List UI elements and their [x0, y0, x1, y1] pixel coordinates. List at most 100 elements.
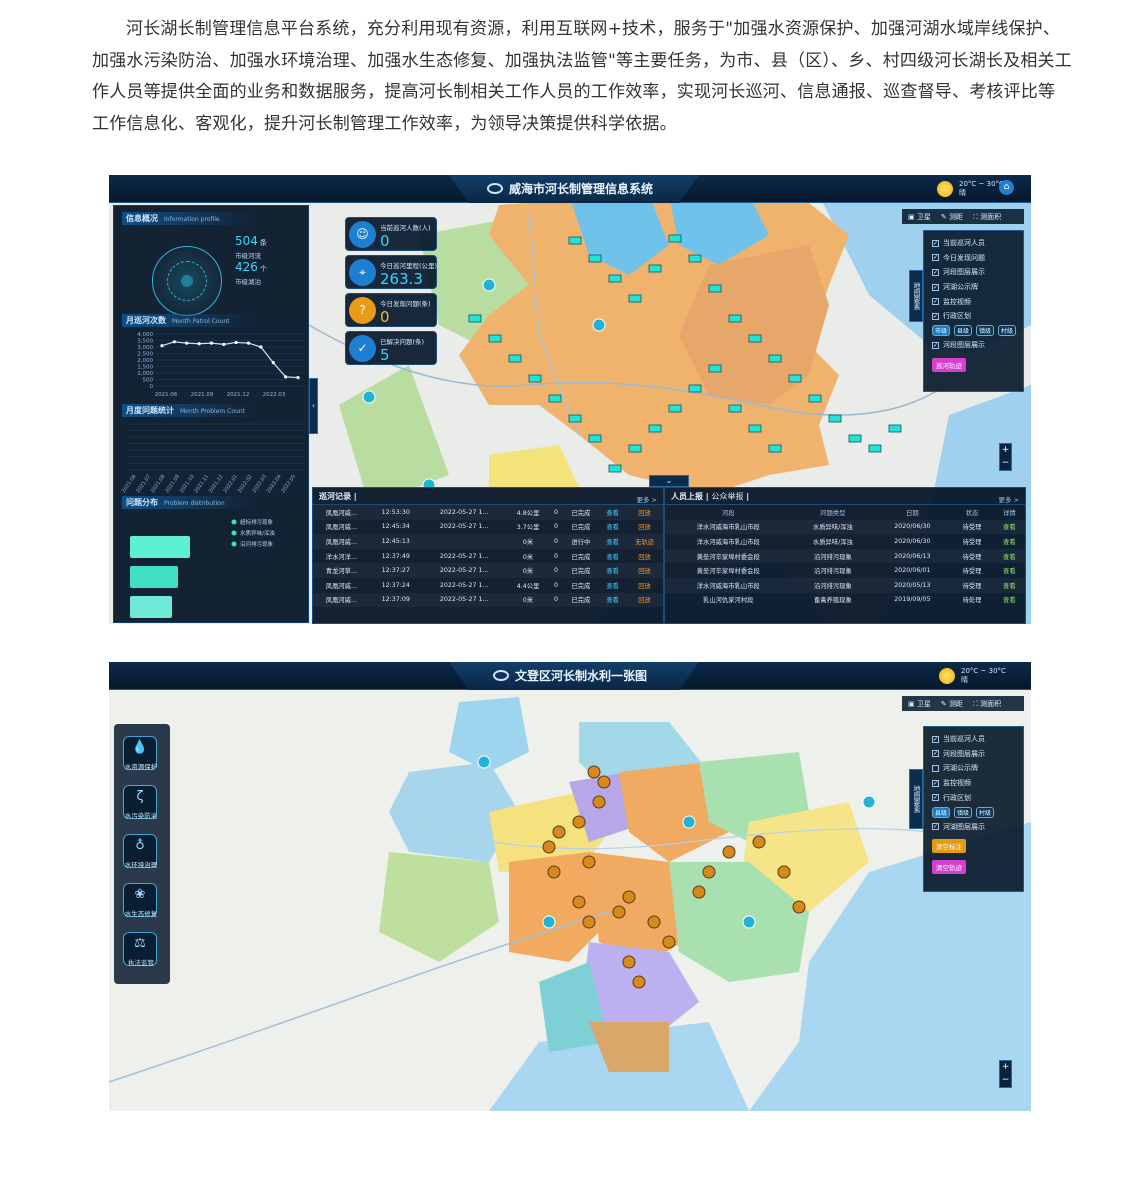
table-cell[interactable]: 回放: [626, 520, 663, 535]
checkbox[interactable]: ✓: [932, 283, 939, 291]
region-chip[interactable]: 县级: [954, 325, 973, 337]
region-chip[interactable]: 市级: [932, 325, 951, 337]
task-tool-button[interactable]: 💧 水资源保护: [123, 736, 157, 771]
table-cell[interactable]: 查看: [599, 505, 627, 520]
table-cell[interactable]: 查看: [993, 519, 1025, 535]
zoom-control-2[interactable]: + −: [999, 1060, 1012, 1088]
problem-marker: [548, 394, 562, 403]
satellite-button[interactable]: ▣ 卫星: [908, 699, 931, 709]
table-cell: 2022-05-27 1...: [421, 505, 507, 520]
measure-area-button[interactable]: ⛶ 测面积: [973, 212, 1001, 222]
problem-distribution-heading: 问题分布 Problem distribution: [122, 496, 252, 509]
table-cell[interactable]: 查看: [993, 577, 1025, 593]
measure-area-button[interactable]: ⛶ 测面积: [973, 699, 1001, 709]
layer-toggle[interactable]: 河湖公示牌: [932, 761, 1018, 776]
layer-toggle[interactable]: ✓ 河段图层展示: [932, 338, 1018, 353]
zoom-control[interactable]: + −: [999, 443, 1012, 471]
table-cell[interactable]: 查看: [993, 548, 1025, 564]
table-cell: 已完成: [571, 582, 591, 590]
tab-public-reports[interactable]: 公众举报: [712, 492, 744, 501]
problem-count-heading: 月度问题统计 Month Problem Count: [122, 404, 252, 417]
table-cell: 2022-05-27 1...: [439, 523, 489, 531]
table-cell: 2022-05-27 1...: [421, 592, 507, 608]
checkbox[interactable]: ✓: [932, 735, 939, 743]
station-marker: [622, 890, 636, 904]
checkbox[interactable]: ✓: [932, 298, 939, 306]
zoom-in-button[interactable]: +: [1000, 444, 1011, 457]
region-chip[interactable]: 村级: [998, 325, 1017, 337]
checkbox[interactable]: ✓: [932, 239, 939, 247]
checkbox[interactable]: ✓: [932, 750, 939, 758]
layer-toggle[interactable]: ✓ 河段图层展示: [932, 265, 1018, 280]
collapse-bottom-button[interactable]: ⌄: [649, 475, 689, 487]
problem-marker: [508, 354, 522, 363]
table-cell[interactable]: 回放: [626, 592, 663, 608]
task-tool-button[interactable]: ♁ 水环境治理: [123, 834, 157, 869]
checkbox[interactable]: ✓: [932, 779, 939, 787]
zoom-out-button[interactable]: −: [1000, 1074, 1011, 1087]
task-tool-button[interactable]: ❀ 水生态修复: [123, 883, 157, 918]
region-chip[interactable]: 镇级: [954, 806, 973, 818]
layer-toggle[interactable]: ✓ 今日发现问题: [932, 251, 1018, 266]
checkbox[interactable]: ✓: [932, 823, 939, 831]
reports-more-link[interactable]: 更多 >: [998, 492, 1019, 509]
task-tool-button[interactable]: ⚖ 执法监管: [123, 932, 157, 967]
table-cell[interactable]: 查看: [994, 534, 1025, 549]
region-chip[interactable]: 村级: [976, 806, 995, 818]
table-cell[interactable]: 查看: [599, 578, 626, 593]
layer-toggle[interactable]: ✓ 行政区划: [932, 790, 1018, 805]
satellite-button[interactable]: ▣ 卫星: [908, 212, 931, 222]
home-icon[interactable]: ⌂: [999, 180, 1014, 195]
table-cell: 12:37:27: [369, 563, 422, 578]
station-marker: [752, 835, 766, 849]
region-chip[interactable]: 镇级: [976, 325, 995, 337]
layer-toggle[interactable]: ✓ 河湖图层展示: [932, 820, 1018, 835]
map-layer-panel-2: ✓ 当前巡河人员 ✓ 河段图层展示 河湖公示牌 ✓ 监控视频 ✓ 行政区划 县级 镇级 村级 ✓ 河湖…: [923, 726, 1024, 892]
zoom-in-button[interactable]: +: [1000, 1061, 1011, 1074]
table-cell[interactable]: 查看: [599, 520, 626, 535]
measure-distance-button[interactable]: ✎ 测距: [941, 699, 963, 709]
checkbox[interactable]: ✓: [932, 312, 939, 320]
station-marker: [597, 775, 611, 789]
clear-markers-button[interactable]: 清空标注: [932, 839, 966, 854]
layer-toggle[interactable]: ✓ 行政区划: [932, 309, 1018, 324]
table-cell[interactable]: 查看: [599, 534, 627, 549]
layer-toggle[interactable]: ✓ 河湖公示牌: [932, 280, 1018, 295]
problem-marker: [768, 444, 782, 453]
table-cell[interactable]: 回放: [626, 549, 663, 564]
checkbox[interactable]: ✓: [932, 254, 939, 262]
collapse-panel-button[interactable]: ‹: [309, 378, 318, 434]
clear-tracks-button[interactable]: 清空轨迹: [932, 860, 966, 875]
table-cell[interactable]: 查看: [994, 563, 1025, 578]
table-cell[interactable]: 查看: [599, 549, 626, 564]
table-cell[interactable]: 回放: [626, 563, 663, 578]
patrol-records-more-link[interactable]: 更多 >: [636, 492, 657, 509]
region-chip[interactable]: 县级: [932, 806, 951, 818]
layer-toggle[interactable]: ✓ 当前巡河人员: [932, 732, 1018, 747]
measure-distance-button[interactable]: ✎ 测距: [941, 212, 963, 222]
layer-toggle[interactable]: ✓ 当前巡河人员: [932, 236, 1018, 251]
map-elements-tab[interactable]: 地图要素: [909, 270, 923, 322]
checkbox[interactable]: [932, 764, 939, 772]
table-cell[interactable]: 无轨迹: [626, 534, 663, 549]
table-cell[interactable]: 查看: [599, 563, 627, 578]
table-row: 凤凰河威... 12:53:30 2022-05-27 1... 4.8公里 0 已完成查…: [313, 505, 663, 520]
zoom-out-button[interactable]: −: [1000, 457, 1011, 470]
layer-toggle[interactable]: ✓ 河段图层展示: [932, 747, 1018, 762]
problem-marker: [728, 314, 742, 323]
layer-toggle[interactable]: ✓ 监控视频: [932, 776, 1018, 791]
task-tool-button[interactable]: ζ 水污染防治: [123, 785, 157, 820]
checkbox[interactable]: ✓: [932, 268, 939, 276]
layer-toggle[interactable]: ✓ 监控视频: [932, 294, 1018, 309]
problem-marker: [688, 254, 702, 263]
checkbox[interactable]: ✓: [932, 794, 939, 802]
tab-staff-reports[interactable]: 人员上报: [671, 492, 703, 501]
wendeng-map[interactable]: [109, 662, 1031, 1111]
map-elements-tab-2[interactable]: 地图要素: [909, 769, 923, 829]
table-cell[interactable]: 查看: [599, 592, 627, 608]
table-cell[interactable]: 查看: [994, 593, 1025, 608]
table-cell[interactable]: 回放: [626, 578, 663, 593]
table-cell: 12:45:34: [381, 523, 410, 531]
patrol-track-button[interactable]: 巡河轨迹: [932, 357, 966, 372]
checkbox[interactable]: ✓: [932, 341, 939, 349]
